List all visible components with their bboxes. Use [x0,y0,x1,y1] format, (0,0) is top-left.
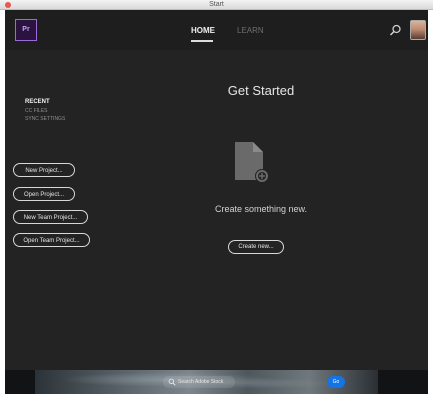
user-avatar[interactable] [410,20,426,40]
open-project-button[interactable]: Open Project... [13,187,75,201]
tab-learn[interactable]: LEARN [237,25,264,37]
create-prompt-text: Create something new. [214,204,308,214]
sidebar-recent[interactable]: RECENT [25,98,165,107]
top-bar: Pr HOME LEARN [5,10,428,50]
search-icon [168,378,176,386]
stock-search-placeholder: Search Adobe Stock [178,379,224,385]
page-title: Get Started [227,83,295,98]
tab-home[interactable]: HOME [191,25,215,37]
window-title: Start [209,1,224,8]
sidebar-sync-settings[interactable]: SYNC SETTINGS [25,115,165,123]
open-team-project-button[interactable]: Open Team Project... [13,233,90,247]
stock-footer: Search Adobe Stock Go [5,370,428,394]
sidebar: RECENT CC FILES SYNC SETTINGS [25,98,165,123]
new-document-icon [235,142,269,183]
create-new-button[interactable]: Create new... [228,240,284,254]
new-team-project-button[interactable]: New Team Project... [13,210,88,224]
stock-search-input[interactable]: Search Adobe Stock [163,376,235,388]
new-project-button[interactable]: New Project... [13,163,75,177]
stock-banner-image: Search Adobe Stock Go [35,370,378,394]
app-logo: Pr [15,19,37,41]
sidebar-cc-files[interactable]: CC FILES [25,107,165,115]
search-icon[interactable] [389,24,402,37]
start-screen: Pr HOME LEARN RECENT CC FILES SYNC SETTI… [5,10,428,394]
window-title-bar: Start [0,0,433,10]
stock-search-go-button[interactable]: Go [327,376,345,388]
active-tab-indicator [191,40,213,42]
